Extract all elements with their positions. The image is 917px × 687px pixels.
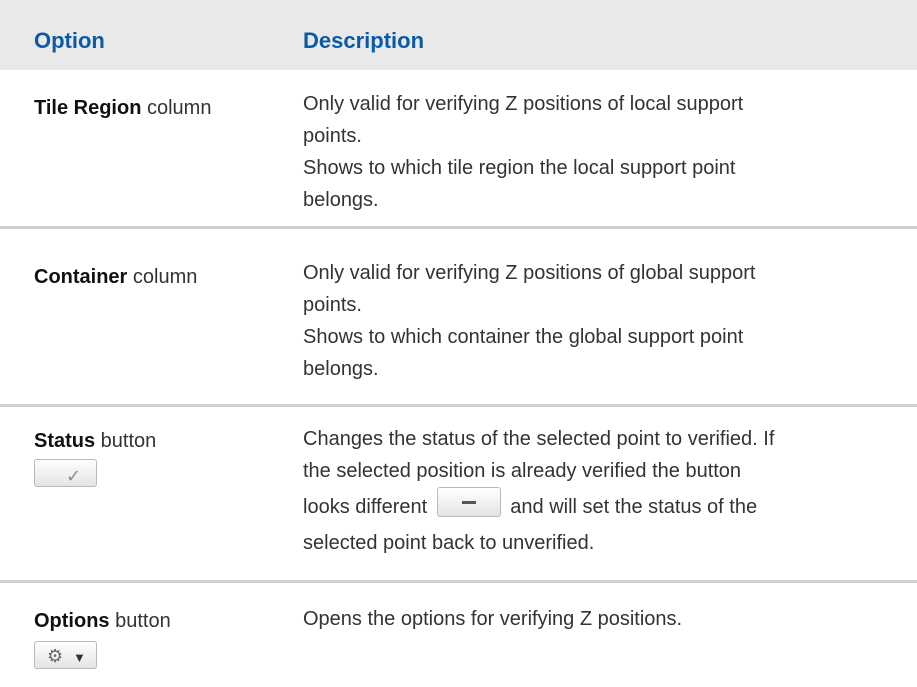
description-line: points. (303, 125, 362, 147)
option-cell: Tile Region column (34, 96, 284, 120)
description-cell: Only valid for verifying Z positions of … (303, 257, 883, 385)
unverify-button-sample (436, 486, 501, 517)
description-line: belongs. (303, 358, 379, 380)
description-line: Shows to which container the global supp… (303, 326, 744, 348)
options-button[interactable]: ⚙ ▼ (34, 641, 97, 669)
chevron-down-icon: ▼ (73, 650, 86, 665)
option-name: Options (34, 610, 110, 632)
description-text: looks different (303, 496, 428, 518)
table-row-tile-region: Tile Region column Only valid for verify… (0, 70, 917, 229)
option-type: column (127, 266, 198, 288)
option-type: button (95, 430, 157, 452)
description-cell: Opens the options for verifying Z positi… (303, 603, 883, 635)
gear-icon: ⚙ (47, 646, 64, 666)
option-name: Status (34, 430, 96, 452)
description-line: belongs. (303, 189, 379, 211)
option-type: column (141, 97, 212, 119)
header-description: Description (303, 28, 425, 53)
description-cell: Changes the status of the selected point… (303, 423, 883, 559)
option-name: Tile Region (34, 97, 142, 119)
options-table: Option Description Tile Region column On… (0, 0, 917, 687)
option-name: Container (34, 266, 128, 288)
table-row-status: Status button ✓ Changes the status of th… (0, 407, 917, 583)
description-line: Only valid for verifying Z positions of … (303, 262, 756, 284)
check-icon: ✓ (66, 466, 82, 486)
table-row-container: Container column Only valid for verifyin… (0, 229, 917, 407)
option-cell: Status button ✓ (34, 429, 284, 487)
description-line: points. (303, 294, 362, 316)
description-line: Changes the status of the selected point… (303, 428, 775, 450)
description-line: the selected position is already verifie… (303, 460, 742, 482)
option-cell: Container column (34, 265, 284, 289)
table-row-options: Options button ⚙ ▼ Opens the options for… (0, 583, 917, 687)
option-type: button (109, 610, 171, 632)
description-line: Only valid for verifying Z positions of … (303, 93, 744, 115)
description-line-with-icon: looks different and will set the status … (303, 486, 883, 527)
description-text: and will set the status of the (510, 496, 758, 518)
option-cell: Options button ⚙ ▼ (34, 609, 284, 669)
table-header: Option Description (0, 0, 917, 70)
dash-icon (461, 500, 476, 504)
description-line: Opens the options for verifying Z positi… (303, 608, 683, 630)
header-option: Option (34, 28, 105, 53)
status-button[interactable]: ✓ (34, 459, 97, 487)
description-cell: Only valid for verifying Z positions of … (303, 88, 883, 216)
description-line: Shows to which tile region the local sup… (303, 157, 736, 179)
description-line: selected point back to unverified. (303, 532, 595, 554)
